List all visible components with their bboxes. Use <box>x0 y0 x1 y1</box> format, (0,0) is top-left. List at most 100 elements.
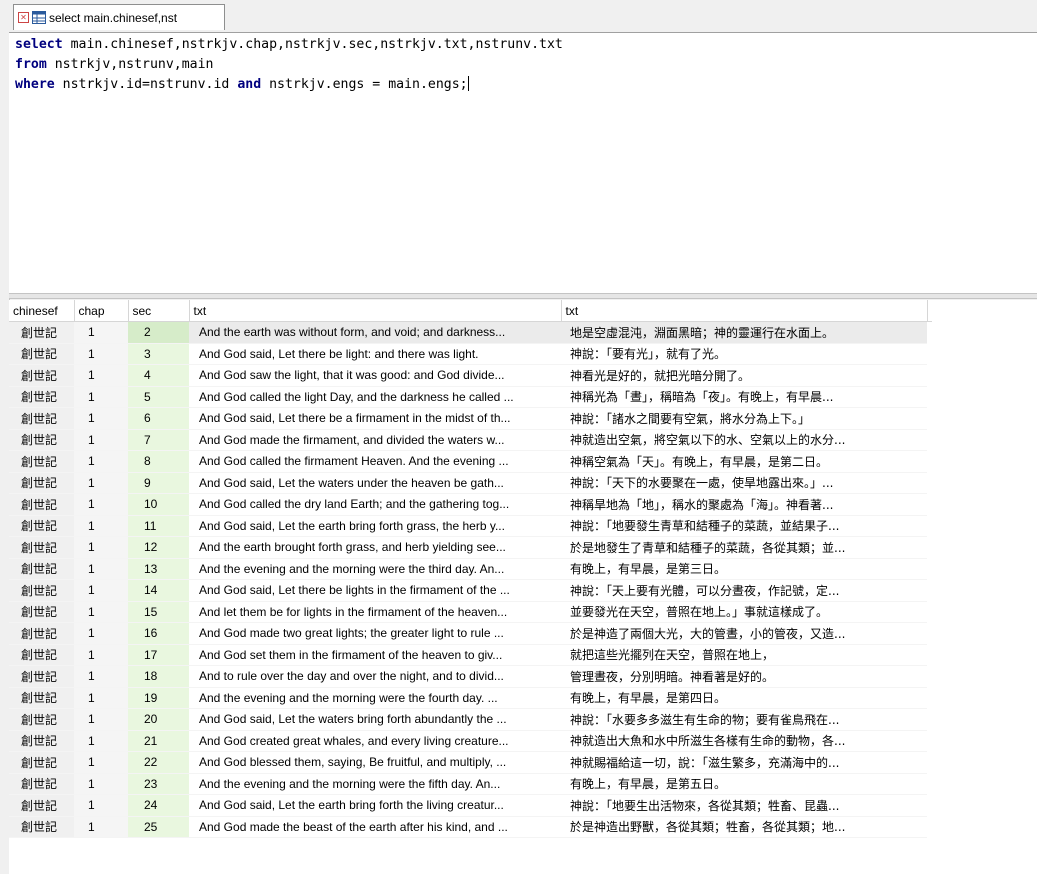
table-cell[interactable]: 1 <box>74 665 128 688</box>
table-cell[interactable]: 8 <box>128 450 189 473</box>
table-cell[interactable]: 於是神造出野獸，各從其類；牲畜，各從其類；地... <box>561 816 927 838</box>
table-row[interactable]: 創世記 1 21 And God created great whales, and … <box>9 730 932 752</box>
table-cell[interactable]: 神說：「地要生出活物來，各從其類；牲畜、昆蟲... <box>561 794 927 817</box>
table-cell[interactable]: 創世記 <box>9 773 74 795</box>
table-cell[interactable]: And God said, Let there be lights in the… <box>189 579 561 602</box>
table-cell[interactable]: 神說：「水要多多滋生有生命的物；要有雀鳥飛在... <box>561 708 927 731</box>
table-cell[interactable]: 1 <box>74 644 128 666</box>
table-cell[interactable]: 1 <box>74 601 128 623</box>
table-row[interactable]: 創世記 1 2 And the earth was without form, and… <box>9 321 932 344</box>
table-cell[interactable]: And the evening and the morning were the… <box>189 773 561 795</box>
table-cell[interactable]: 創世記 <box>9 665 74 688</box>
table-cell[interactable]: 13 <box>128 558 189 580</box>
table-cell[interactable]: 創世記 <box>9 794 74 817</box>
table-cell[interactable]: 1 <box>74 794 128 817</box>
table-row[interactable]: 創世記 1 24 And God said, Let the earth bring … <box>9 794 932 817</box>
column-header[interactable]: txt <box>561 300 928 322</box>
table-cell[interactable]: 神稱光為「晝」，稱暗為「夜」。有晚上，有早晨... <box>561 386 927 408</box>
table-cell[interactable]: And God said, Let there be light: and th… <box>189 343 561 365</box>
table-cell[interactable]: 神說：「諸水之間要有空氣，將水分為上下。」 <box>561 407 927 430</box>
close-icon[interactable]: ✕ <box>18 12 29 23</box>
table-cell[interactable]: 創世記 <box>9 450 74 473</box>
table-cell[interactable]: 神就造出空氣，將空氣以下的水、空氣以上的水分... <box>561 429 927 451</box>
table-cell[interactable]: 1 <box>74 773 128 795</box>
table-cell[interactable]: 10 <box>128 493 189 516</box>
table-cell[interactable]: 1 <box>74 622 128 645</box>
table-cell[interactable]: 6 <box>128 407 189 430</box>
table-row[interactable]: 創世記 1 13 And the evening and the morning we… <box>9 558 932 580</box>
table-cell[interactable]: 神說：「天上要有光體，可以分晝夜，作記號，定... <box>561 579 927 602</box>
sql-editor[interactable]: select main.chinesef,nstrkjv.chap,nstrkj… <box>9 32 1037 293</box>
table-row[interactable]: 創世記 1 6 And God said, Let there be a firmam… <box>9 407 932 430</box>
column-header[interactable]: chap <box>74 300 129 322</box>
column-header[interactable]: txt <box>189 300 562 322</box>
table-cell[interactable]: 19 <box>128 687 189 709</box>
table-cell[interactable]: 神就賜福給這一切，說：「滋生繁多，充滿海中的... <box>561 751 927 774</box>
table-cell[interactable]: 2 <box>128 321 189 344</box>
table-cell[interactable]: 1 <box>74 386 128 408</box>
table-cell[interactable]: And God said, Let the earth bring forth … <box>189 794 561 817</box>
table-cell[interactable]: 3 <box>128 343 189 365</box>
table-cell[interactable]: 1 <box>74 450 128 473</box>
table-cell[interactable]: 創世記 <box>9 751 74 774</box>
table-cell[interactable]: 1 <box>74 708 128 731</box>
table-row[interactable]: 創世記 1 17 And God set them in the firmament … <box>9 644 932 666</box>
pane-splitter[interactable] <box>9 293 1037 299</box>
table-cell[interactable]: 25 <box>128 816 189 838</box>
table-cell[interactable]: And God blessed them, saying, Be fruitfu… <box>189 751 561 774</box>
table-cell[interactable]: 1 <box>74 536 128 559</box>
table-cell[interactable]: And God set them in the firmament of the… <box>189 644 561 666</box>
table-row[interactable]: 創世記 1 3 And God said, Let there be light: a… <box>9 343 932 365</box>
table-cell[interactable]: 創世記 <box>9 386 74 408</box>
table-cell[interactable]: 創世記 <box>9 622 74 645</box>
table-cell[interactable]: 地是空虛混沌，淵面黑暗；神的靈運行在水面上。 <box>561 321 927 344</box>
table-cell[interactable]: 1 <box>74 472 128 494</box>
table-row[interactable]: 創世記 1 5 And God called the light Day, and t… <box>9 386 932 408</box>
table-cell[interactable]: And let them be for lights in the firmam… <box>189 601 561 623</box>
table-cell[interactable]: 1 <box>74 687 128 709</box>
table-cell[interactable]: And God said, Let the waters under the h… <box>189 472 561 494</box>
table-row[interactable]: 創世記 1 22 And God blessed them, saying, Be f… <box>9 751 932 774</box>
table-row[interactable]: 創世記 1 15 And let them be for lights in the … <box>9 601 932 623</box>
table-cell[interactable]: 17 <box>128 644 189 666</box>
table-cell[interactable]: 創世記 <box>9 407 74 430</box>
table-row[interactable]: 創世記 1 11 And God said, Let the earth bring … <box>9 515 932 537</box>
table-cell[interactable]: 4 <box>128 364 189 387</box>
table-cell[interactable]: 1 <box>74 816 128 838</box>
table-cell[interactable]: 神就造出大魚和水中所滋生各樣有生命的動物，各... <box>561 730 927 752</box>
table-cell[interactable]: 創世記 <box>9 364 74 387</box>
table-cell[interactable]: 創世記 <box>9 601 74 623</box>
table-cell[interactable]: 創世記 <box>9 730 74 752</box>
table-cell[interactable]: 創世記 <box>9 493 74 516</box>
table-cell[interactable]: 1 <box>74 364 128 387</box>
table-cell[interactable]: 創世記 <box>9 536 74 559</box>
table-cell[interactable]: 神說：「天下的水要聚在一處，使旱地露出來。」... <box>561 472 927 494</box>
table-cell[interactable]: 7 <box>128 429 189 451</box>
table-cell[interactable]: 21 <box>128 730 189 752</box>
results-grid[interactable]: chinesef chap sec txt txt 創世記 1 2 And the earth… <box>9 300 1037 874</box>
table-cell[interactable]: And God said, Let there be a firmament i… <box>189 407 561 430</box>
table-cell[interactable]: 1 <box>74 343 128 365</box>
table-cell[interactable]: 24 <box>128 794 189 817</box>
table-cell[interactable]: 神說：「地要發生青草和結種子的菜蔬，並結果子... <box>561 515 927 537</box>
table-cell[interactable]: And the evening and the morning were the… <box>189 687 561 709</box>
table-cell[interactable]: 1 <box>74 751 128 774</box>
table-cell[interactable]: And God made the firmament, and divided … <box>189 429 561 451</box>
table-cell[interactable]: And God saw the light, that it was good:… <box>189 364 561 387</box>
table-cell[interactable]: And God called the light Day, and the da… <box>189 386 561 408</box>
table-cell[interactable]: 於是神造了兩個大光，大的管晝，小的管夜，又造... <box>561 622 927 645</box>
table-row[interactable]: 創世記 1 9 And God said, Let the waters under … <box>9 472 932 494</box>
table-row[interactable]: 創世記 1 10 And God called the dry land Earth;… <box>9 493 932 516</box>
table-cell[interactable]: 有晚上，有早晨，是第四日。 <box>561 687 927 709</box>
table-cell[interactable]: 神看光是好的，就把光暗分開了。 <box>561 364 927 387</box>
table-row[interactable]: 創世記 1 18 And to rule over the day and over … <box>9 665 932 688</box>
table-cell[interactable]: 神稱旱地為「地」，稱水的聚處為「海」。神看著... <box>561 493 927 516</box>
table-row[interactable]: 創世記 1 7 And God made the firmament, and div… <box>9 429 932 451</box>
table-cell[interactable]: 並要發光在天空，普照在地上。」事就這樣成了。 <box>561 601 927 623</box>
table-cell[interactable]: 有晚上，有早晨，是第五日。 <box>561 773 927 795</box>
table-cell[interactable]: And God said, Let the earth bring forth … <box>189 515 561 537</box>
table-cell[interactable]: 23 <box>128 773 189 795</box>
table-cell[interactable]: 創世記 <box>9 816 74 838</box>
table-cell[interactable]: 15 <box>128 601 189 623</box>
table-cell[interactable]: 18 <box>128 665 189 688</box>
